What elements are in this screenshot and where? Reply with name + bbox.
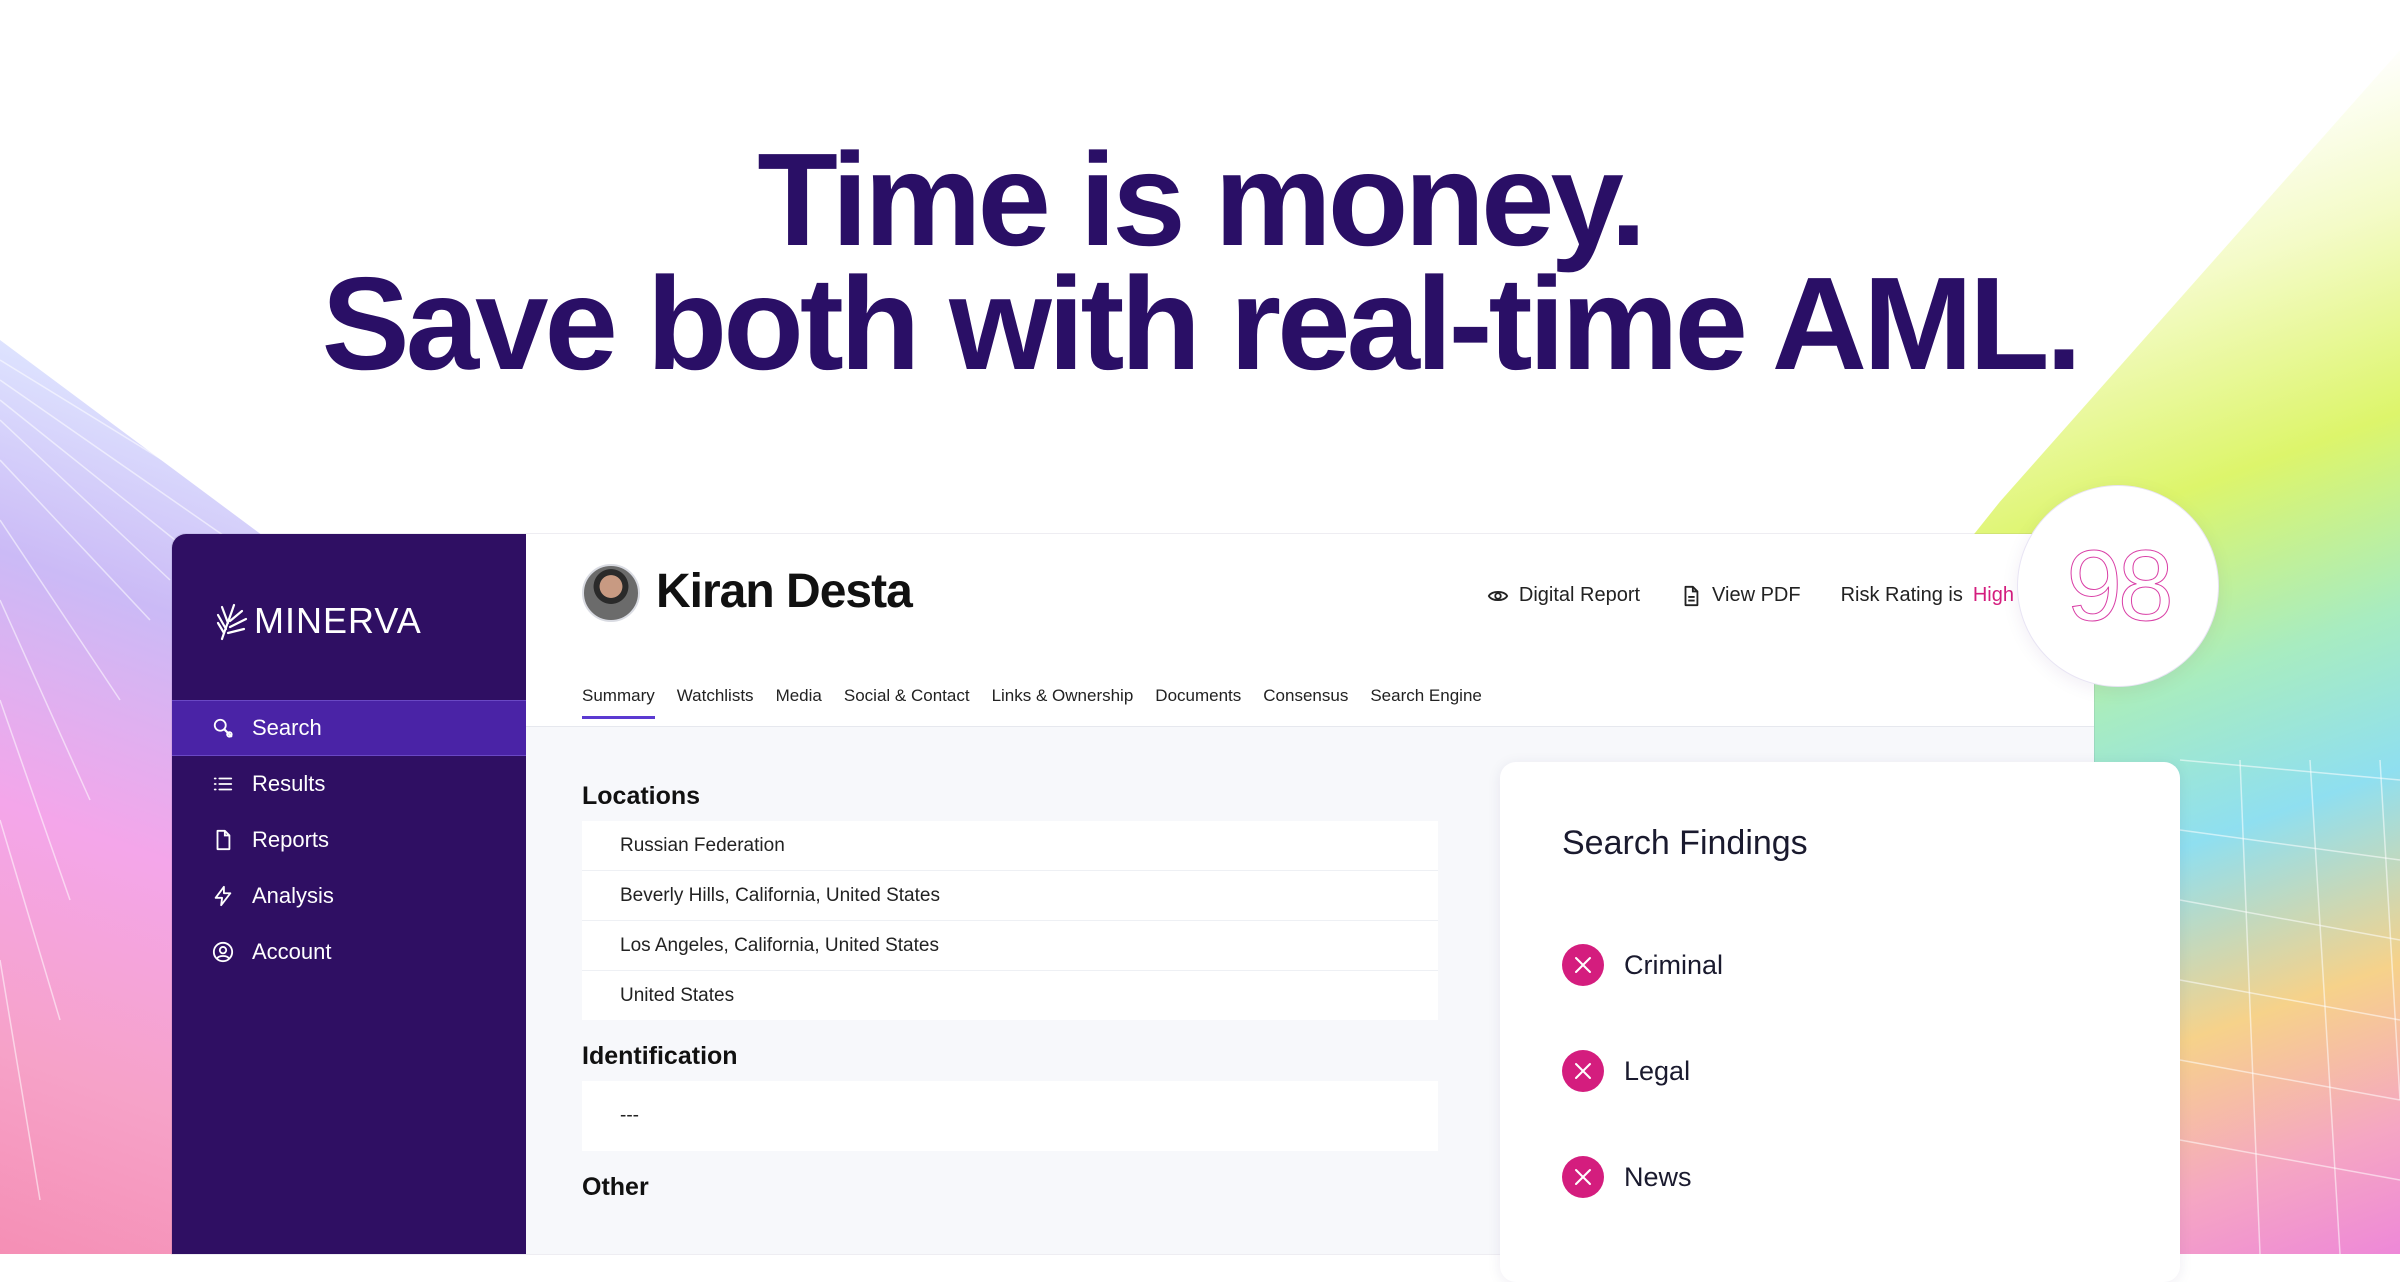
findings-title: Search Findings: [1562, 824, 1808, 862]
digital-report-label: Digital Report: [1518, 584, 1641, 606]
list-item: United States: [620, 984, 735, 1006]
headline-line-1: Time is money.: [757, 126, 1646, 273]
search-icon: [213, 718, 233, 738]
tab-social-contact[interactable]: Social & Contact: [844, 686, 970, 719]
lightning-icon: [214, 885, 232, 907]
list-item: Los Angeles, California, United States: [582, 921, 1438, 971]
other-title: Other: [582, 1173, 649, 1201]
risk-score-badge: 98: [2018, 486, 2218, 686]
profile-name: Kiran Desta: [656, 565, 913, 618]
header-actions: Digital Report View PDF Risk Rating is H…: [1487, 584, 2014, 607]
view-pdf-label: View PDF: [1712, 584, 1801, 606]
sidebar-item-analysis[interactable]: Analysis: [172, 868, 526, 924]
tab-documents[interactable]: Documents: [1155, 686, 1241, 719]
list-icon: [213, 777, 233, 791]
close-circle-icon: [1562, 1050, 1604, 1092]
finding-label: Legal: [1624, 1055, 1691, 1086]
file-icon: [1684, 585, 1699, 606]
document-icon: [216, 829, 231, 851]
tab-search-engine[interactable]: Search Engine: [1370, 686, 1482, 719]
finding-news[interactable]: News: [1562, 1156, 1692, 1198]
finding-label: Criminal: [1624, 949, 1724, 980]
eye-icon: [1487, 590, 1509, 601]
tab-summary[interactable]: Summary: [582, 686, 655, 719]
risk-rating-value: High: [1972, 584, 2014, 606]
user-circle-icon: [212, 941, 234, 963]
sidebar: MINERVA Search Results Reports Analysis …: [172, 534, 526, 1254]
risk-score-value: 98: [2066, 529, 2174, 642]
sidebar-item-reports[interactable]: Reports: [172, 812, 526, 868]
sidebar-item-label: Reports: [252, 827, 330, 852]
search-findings-panel: Search Findings Criminal Legal News: [1500, 762, 2180, 1282]
risk-rating: Risk Rating is High: [1841, 584, 2014, 607]
list-item: ---: [620, 1105, 639, 1126]
brand-name: MINERVA: [254, 600, 422, 641]
sidebar-nav: Search Results Reports Analysis Account: [172, 700, 526, 980]
finding-legal[interactable]: Legal: [1562, 1050, 1690, 1092]
brand-logo[interactable]: MINERVA: [216, 600, 422, 642]
minerva-wing-icon: [216, 603, 248, 641]
sidebar-item-search[interactable]: Search: [172, 700, 526, 756]
sidebar-item-label: Analysis: [252, 883, 334, 908]
sidebar-item-label: Account: [252, 939, 332, 964]
hero-headline: Time is money. Save both with real-time …: [0, 126, 2400, 397]
avatar: [582, 564, 640, 622]
sidebar-item-account[interactable]: Account: [172, 924, 526, 980]
sidebar-item-results[interactable]: Results: [172, 756, 526, 812]
finding-label: News: [1624, 1161, 1692, 1192]
list-item: Beverly Hills, California, United States: [582, 871, 1438, 921]
identification-title: Identification: [582, 1042, 738, 1070]
tab-links-ownership[interactable]: Links & Ownership: [992, 686, 1134, 719]
tab-media[interactable]: Media: [776, 686, 822, 719]
headline-line-2: Save both with real-time AML.: [321, 250, 2083, 397]
list-item: Russian Federation: [582, 821, 1438, 871]
profile-tabs: Summary Watchlists Media Social & Contac…: [582, 686, 1482, 719]
profile-header: Kiran Desta Digital Report View PDF Risk…: [526, 534, 2094, 727]
identification-card: ---: [582, 1081, 1438, 1151]
view-pdf-button[interactable]: View PDF: [1680, 584, 1801, 607]
close-circle-icon: [1562, 1156, 1604, 1198]
tab-consensus[interactable]: Consensus: [1263, 686, 1348, 719]
tab-watchlists[interactable]: Watchlists: [677, 686, 754, 719]
finding-criminal[interactable]: Criminal: [1562, 944, 1723, 986]
close-circle-icon: [1562, 944, 1604, 986]
digital-report-button[interactable]: Digital Report: [1487, 584, 1640, 607]
summary-content: Locations Russian Federation Beverly Hil…: [582, 782, 1438, 1212]
locations-title: Locations: [582, 782, 701, 810]
sidebar-item-label: Search: [252, 715, 322, 740]
locations-card: Russian Federation Beverly Hills, Califo…: [582, 821, 1438, 1020]
sidebar-item-label: Results: [252, 771, 326, 796]
risk-rating-label: Risk Rating is: [1840, 584, 1963, 606]
